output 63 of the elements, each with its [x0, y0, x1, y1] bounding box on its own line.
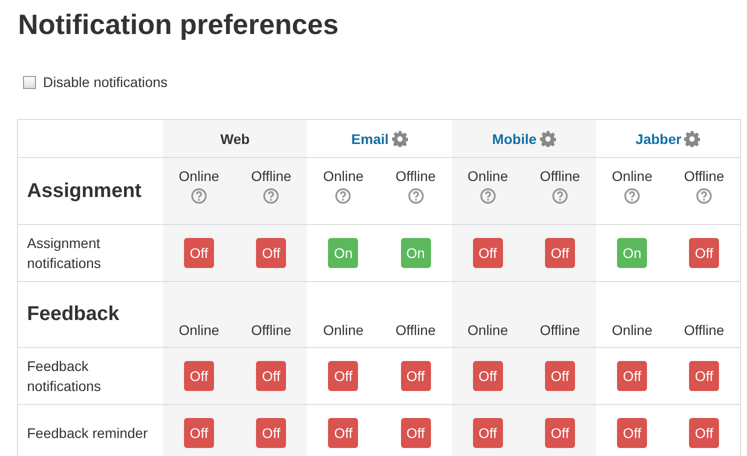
notification-name: Feedback reminder	[27, 424, 148, 443]
checkbox-label[interactable]: Disable notifications	[43, 74, 168, 90]
toggle-button[interactable]: Off	[328, 418, 358, 448]
toggle-button[interactable]: Off	[472, 361, 503, 391]
checkbox[interactable]	[23, 76, 36, 88]
column-label: Offline	[251, 322, 292, 338]
help-icon[interactable]	[408, 188, 424, 204]
column-label: Offline	[251, 168, 292, 184]
toggle-button[interactable]: Off	[617, 361, 648, 391]
toggle-button[interactable]: Off	[184, 238, 214, 268]
toggle-button[interactable]: Off	[689, 238, 720, 268]
toggle-button[interactable]: Off	[617, 418, 648, 448]
toggle-button[interactable]: Off	[256, 238, 286, 268]
settings-icon[interactable]	[392, 130, 408, 146]
help-icon[interactable]	[263, 188, 280, 204]
toggle-button[interactable]: On	[400, 238, 431, 268]
processor-name[interactable]: Jabber	[636, 130, 682, 146]
column-label: Offline	[684, 322, 724, 338]
toggle-button[interactable]: On	[328, 238, 358, 268]
toggle-button[interactable]: Off	[328, 361, 358, 391]
help-icon[interactable]	[624, 188, 640, 204]
column-label: Online	[612, 168, 652, 184]
help-icon[interactable]	[190, 188, 207, 204]
toggle-button[interactable]: Off	[544, 418, 575, 448]
section-heading: Feedback	[27, 303, 120, 325]
toggle-button[interactable]: Off	[256, 361, 286, 391]
column-label: Offline	[395, 322, 436, 338]
column-label: Online	[323, 322, 364, 338]
column-label: Offline	[684, 168, 724, 184]
help-icon[interactable]	[335, 188, 352, 204]
processor-name[interactable]: Mobile	[492, 130, 537, 146]
toggle-button[interactable]: Off	[544, 361, 575, 391]
toggle-button[interactable]: Off	[400, 361, 431, 391]
processor-name: Web	[220, 130, 250, 146]
notification-name: Assignment notifications	[27, 234, 102, 273]
toggle-button[interactable]: Off	[689, 418, 720, 448]
section-heading: Assignment	[27, 180, 142, 202]
column-label: Online	[468, 322, 508, 338]
settings-icon[interactable]	[684, 130, 700, 146]
settings-icon[interactable]	[540, 130, 556, 146]
processor-name[interactable]: Email	[351, 130, 389, 146]
help-icon[interactable]	[480, 188, 496, 204]
notification-name: Feedback notifications	[27, 357, 102, 396]
column-label: Offline	[395, 168, 436, 184]
toggle-button[interactable]: Off	[472, 238, 503, 268]
help-icon[interactable]	[696, 188, 712, 204]
toggle-button[interactable]: Off	[184, 418, 214, 448]
column-label: Online	[612, 322, 652, 338]
toggle-button[interactable]: On	[617, 238, 648, 268]
toggle-button[interactable]: Off	[544, 238, 575, 268]
column-label: Online	[468, 168, 508, 184]
toggle-button[interactable]: Off	[256, 418, 286, 448]
column-label: Offline	[540, 168, 580, 184]
column-label: Offline	[540, 322, 580, 338]
toggle-button[interactable]: Off	[689, 361, 720, 391]
toggle-button[interactable]: Off	[472, 418, 503, 448]
help-icon[interactable]	[552, 188, 568, 204]
toggle-button[interactable]: Off	[400, 418, 431, 448]
page-title: Notification preferences	[17, 8, 340, 42]
column-label: Online	[323, 168, 364, 184]
toggle-button[interactable]: Off	[184, 361, 214, 391]
column-label: Online	[178, 322, 220, 338]
column-label: Online	[178, 168, 220, 184]
